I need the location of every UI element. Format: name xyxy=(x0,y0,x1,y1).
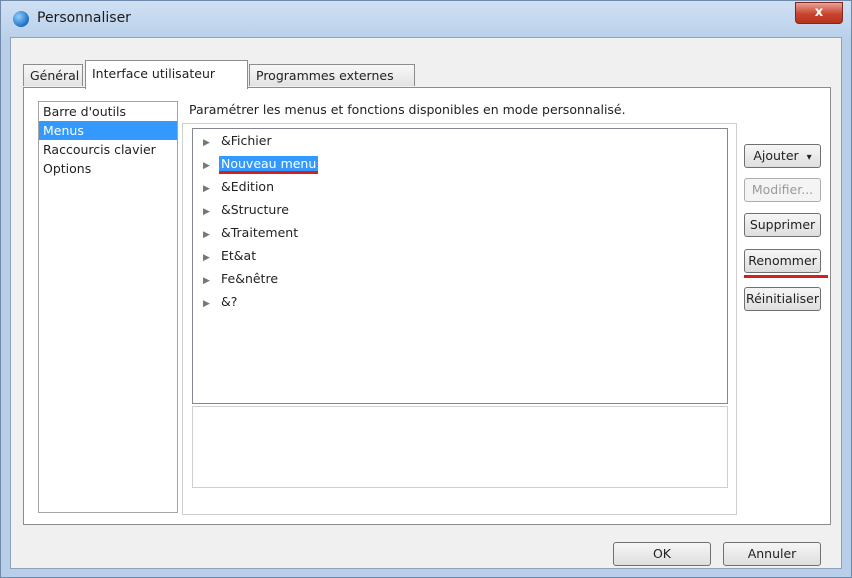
tab-panel: Barre d'outils Menus Raccourcis clavier … xyxy=(23,87,831,525)
reset-button[interactable]: Réinitialiser xyxy=(744,287,821,311)
tab-general[interactable]: Général xyxy=(23,64,83,86)
sidebar-item-menus[interactable]: Menus xyxy=(39,121,177,140)
close-button[interactable]: x xyxy=(795,2,843,24)
dropdown-arrow-icon: ▾ xyxy=(806,152,812,163)
item-detail-box xyxy=(192,406,728,488)
tab-interface-utilisateur[interactable]: Interface utilisateur xyxy=(85,60,248,89)
expand-arrow-icon[interactable]: ▶ xyxy=(203,156,219,176)
tree-item[interactable]: ▶ &Traitement xyxy=(203,223,300,243)
tree-item[interactable]: ▶ Et&at xyxy=(203,246,258,266)
add-button-label: Ajouter xyxy=(753,148,799,163)
rename-highlight-mark xyxy=(744,275,828,278)
menu-tree: ▶ &Fichier ▶ Nouveau menu ▶ &Edition ▶ &Stru… xyxy=(192,128,728,404)
add-button[interactable]: Ajouter ▾ xyxy=(744,144,821,168)
cancel-button[interactable]: Annuler xyxy=(723,542,821,566)
section-description: Paramétrer les menus et fonctions dispon… xyxy=(189,102,626,117)
modify-button[interactable]: Modifier... xyxy=(744,178,821,202)
tree-item[interactable]: ▶ &Edition xyxy=(203,177,276,197)
tree-item-selected[interactable]: ▶ Nouveau menu xyxy=(203,154,319,176)
expand-arrow-icon[interactable]: ▶ xyxy=(203,133,219,153)
tree-item-label: Et&at xyxy=(221,248,257,263)
tree-item-label: Nouveau menu xyxy=(219,156,319,174)
expand-arrow-icon[interactable]: ▶ xyxy=(203,248,219,268)
sidebar-item-barre-outils[interactable]: Barre d'outils xyxy=(39,102,177,121)
tree-item-label: &Traitement xyxy=(221,225,299,240)
tree-item[interactable]: ▶ Fe&nêtre xyxy=(203,269,280,289)
rename-button[interactable]: Renommer xyxy=(744,249,821,273)
dialog-client-area: Général Interface utilisateur Programmes… xyxy=(10,37,842,569)
expand-arrow-icon[interactable]: ▶ xyxy=(203,179,219,199)
tree-item-label: Fe&nêtre xyxy=(221,271,279,286)
tree-item-label: &? xyxy=(221,294,238,309)
expand-arrow-icon[interactable]: ▶ xyxy=(203,225,219,245)
expand-arrow-icon[interactable]: ▶ xyxy=(203,202,219,222)
tree-item[interactable]: ▶ &Fichier xyxy=(203,131,274,151)
tree-item-label: &Structure xyxy=(221,202,289,217)
tree-item-label: &Edition xyxy=(221,179,274,194)
ok-button[interactable]: OK xyxy=(613,542,711,566)
title-bar[interactable]: Personnaliser x xyxy=(1,1,851,37)
delete-button[interactable]: Supprimer xyxy=(744,213,821,237)
dialog-window: Personnaliser x Général Interface utilis… xyxy=(0,0,852,578)
sidebar-item-options[interactable]: Options xyxy=(39,159,177,178)
tree-item[interactable]: ▶ &Structure xyxy=(203,200,291,220)
expand-arrow-icon[interactable]: ▶ xyxy=(203,294,219,314)
window-title: Personnaliser xyxy=(37,10,131,26)
category-list: Barre d'outils Menus Raccourcis clavier … xyxy=(38,101,178,513)
sidebar-item-raccourcis-clavier[interactable]: Raccourcis clavier xyxy=(39,140,177,159)
tab-programmes-externes[interactable]: Programmes externes xyxy=(249,64,415,86)
expand-arrow-icon[interactable]: ▶ xyxy=(203,271,219,291)
app-icon xyxy=(13,11,29,27)
tree-item[interactable]: ▶ &? xyxy=(203,292,239,312)
tree-item-label: &Fichier xyxy=(221,133,272,148)
